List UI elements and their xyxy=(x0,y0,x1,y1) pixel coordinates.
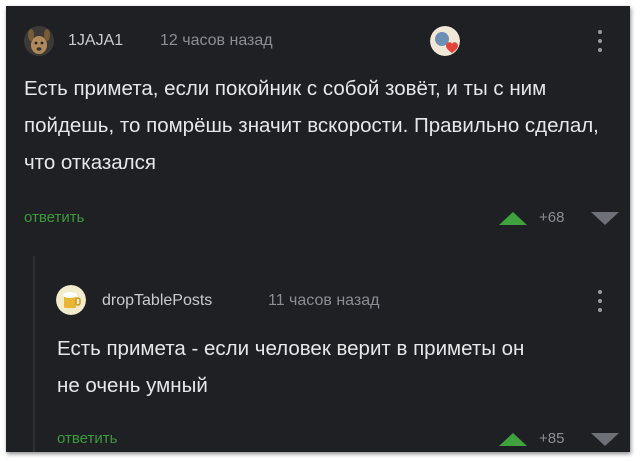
more-vertical-icon[interactable] xyxy=(598,30,602,52)
comment-author[interactable]: 1JAJA1 xyxy=(68,32,123,50)
reply-link[interactable]: ответить xyxy=(57,430,117,447)
rating-count: +68 xyxy=(539,209,565,226)
comment-reply: dropTablePosts 11 часов назад Есть приме… xyxy=(6,256,630,452)
comment-time: 12 часов назад xyxy=(160,32,273,49)
comment-text: Есть примета - если человек верит в прим… xyxy=(57,337,525,397)
more-vertical-icon[interactable] xyxy=(598,290,602,312)
upvote-arrow-icon[interactable] xyxy=(499,433,527,446)
comment-time: 11 часов назад xyxy=(268,292,380,309)
comments-panel: 1JAJA1 12 часов назад Есть примета, если… xyxy=(6,6,630,452)
upvote-arrow-icon[interactable] xyxy=(499,212,527,225)
reply-link[interactable]: ответить xyxy=(24,209,84,226)
heart-award-icon xyxy=(430,26,460,56)
comment-text: Есть примета, если покойник с собой зовё… xyxy=(24,77,599,174)
beer-avatar-icon[interactable] xyxy=(56,285,86,315)
comment: 1JAJA1 12 часов назад Есть примета, если… xyxy=(6,6,630,256)
comment-author[interactable]: dropTablePosts xyxy=(102,292,212,310)
downvote-arrow-icon[interactable] xyxy=(591,433,619,446)
dog-avatar-icon[interactable] xyxy=(24,26,54,56)
downvote-arrow-icon[interactable] xyxy=(591,212,619,225)
rating-count: +85 xyxy=(539,430,565,447)
